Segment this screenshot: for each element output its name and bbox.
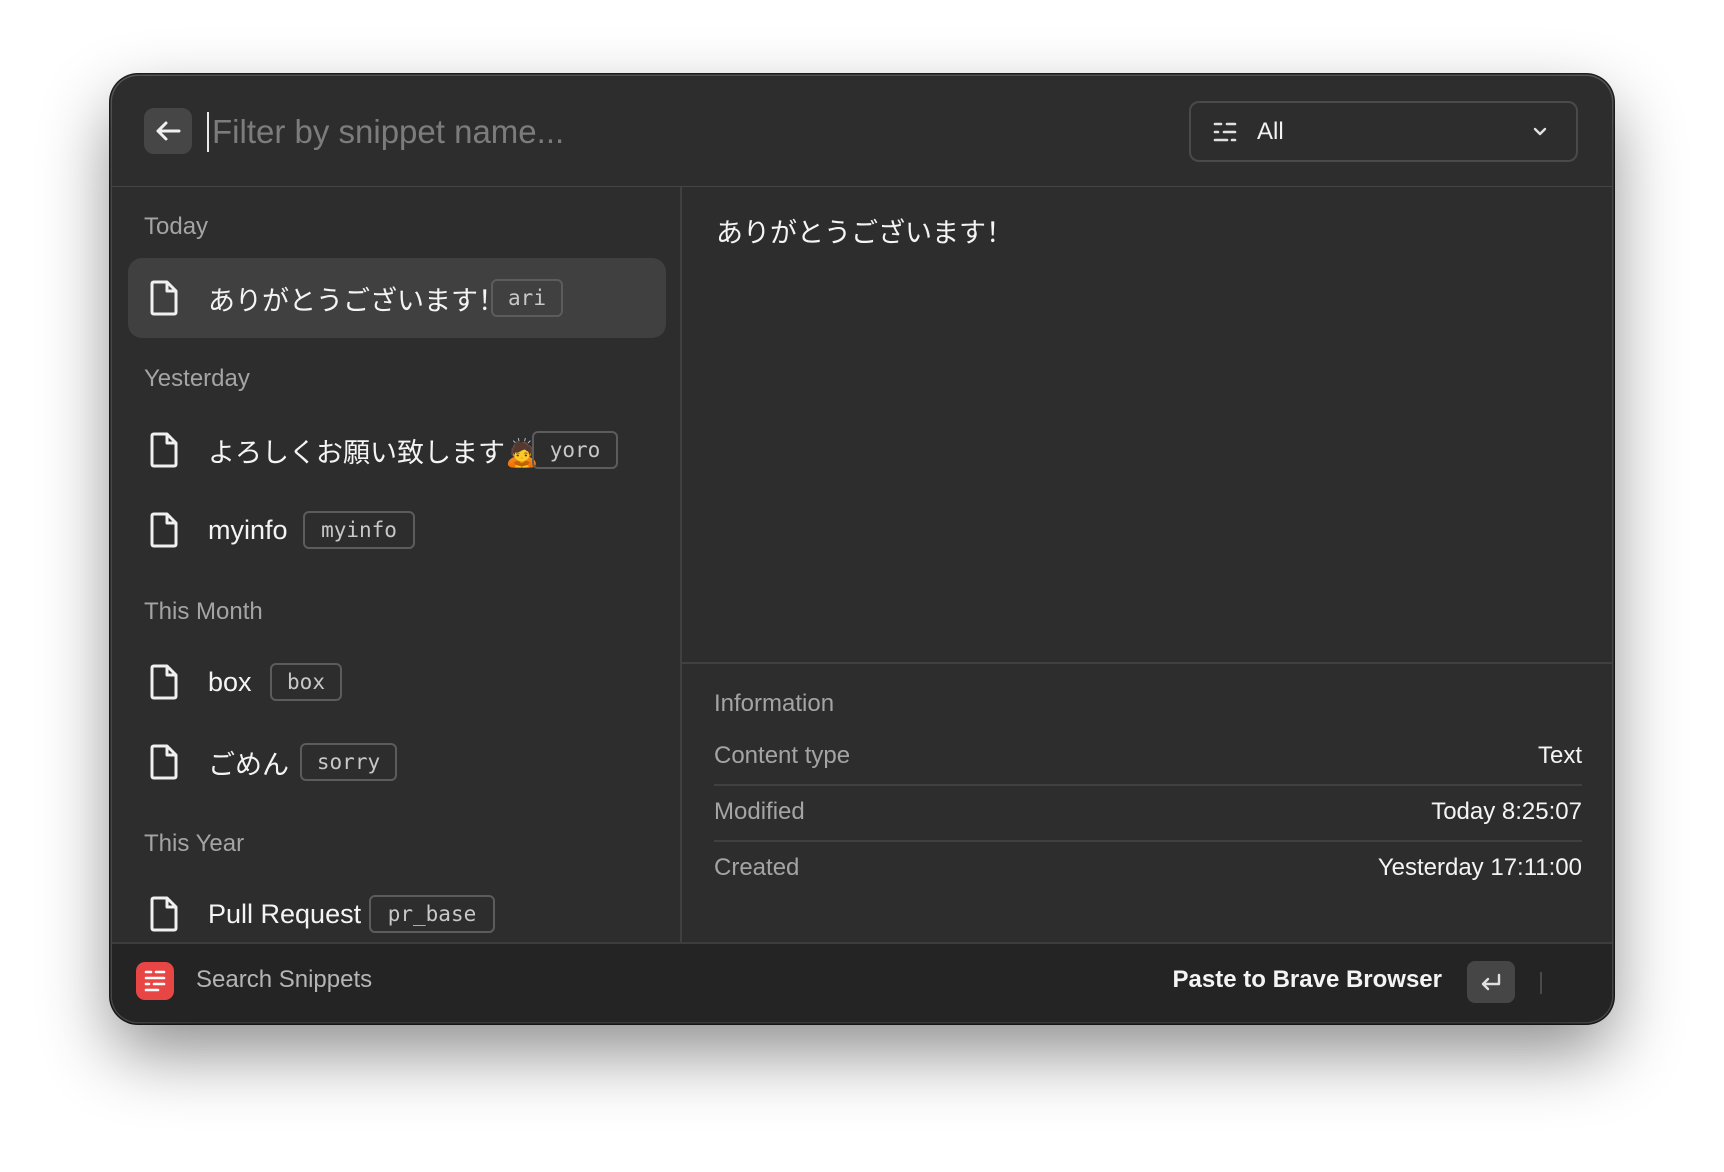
keyword-badge: box	[270, 663, 342, 701]
keyword-badge: sorry	[300, 743, 397, 781]
search-header: All	[112, 76, 1612, 187]
section-title-this-month: This Month	[144, 598, 263, 625]
snippets-app-icon	[136, 962, 174, 1000]
snippets-glyph-icon	[144, 970, 166, 992]
chevron-down-icon	[1533, 127, 1547, 136]
action-divider	[1540, 972, 1542, 994]
section-title-today: Today	[144, 213, 209, 240]
list-item[interactable]: myinfo myinfo	[128, 490, 666, 570]
section-title-yesterday: Yesterday	[144, 365, 250, 392]
search-input[interactable]	[208, 104, 1172, 160]
snippet-name: Pull Request	[208, 898, 362, 929]
info-label: Created	[714, 854, 800, 881]
action-bar: Search Snippets Paste to Brave Browser	[112, 942, 1612, 1022]
document-icon	[150, 432, 178, 468]
keyword-badge: pr_base	[369, 895, 495, 933]
info-value: Text	[1537, 742, 1582, 769]
primary-action-button[interactable]: Paste to Brave Browser	[1173, 966, 1442, 994]
information-title: Information	[714, 690, 835, 717]
enter-key-hint[interactable]	[1467, 961, 1515, 1003]
list-item[interactable]: よろしくお願い致します🙇 yoro	[128, 410, 666, 490]
section-title-this-year: This Year	[144, 830, 245, 857]
info-value: Yesterday 17:11:00	[1377, 854, 1582, 881]
snippet-name: ごめん	[208, 749, 289, 780]
arrow-left-icon	[156, 121, 181, 141]
back-button[interactable]	[144, 108, 192, 154]
info-row-modified: Modified Today 8:25:07	[714, 784, 1582, 842]
keyword-badge: myinfo	[303, 511, 415, 549]
document-icon	[150, 664, 178, 700]
document-icon	[150, 280, 178, 316]
info-row-content-type: Content type Text	[714, 728, 1582, 786]
keyword-badge: yoro	[532, 431, 618, 469]
filter-icon	[1213, 122, 1237, 141]
snippet-list: Today ありがとうございます！ ari Yesterday よろしくお願い致…	[112, 187, 682, 943]
information-panel: Information Content type Text Modified T…	[682, 664, 1612, 942]
list-item[interactable]: ごめん sorry	[128, 722, 666, 802]
command-name: Search Snippets	[196, 966, 373, 993]
filter-dropdown[interactable]: All	[1189, 101, 1578, 162]
snippet-name: よろしくお願い致します🙇	[208, 437, 539, 468]
document-icon	[150, 744, 178, 780]
preview-text: ありがとうございます！	[716, 218, 1013, 248]
info-value: Today 8:25:07	[1431, 798, 1582, 825]
snippet-name: ありがとうございます！	[208, 285, 505, 316]
raycast-window: All Today ありがとうございます！ ari Yesterday よろしく…	[112, 76, 1612, 1022]
info-label: Modified	[714, 798, 805, 825]
info-label: Content type	[714, 742, 851, 769]
list-item[interactable]: ありがとうございます！ ari	[128, 258, 666, 338]
snippet-name: box	[208, 666, 252, 697]
document-icon	[150, 896, 178, 932]
keyword-badge: ari	[491, 279, 563, 317]
info-row-created: Created Yesterday 17:11:00	[714, 840, 1582, 896]
snippet-name: myinfo	[208, 514, 288, 545]
snippet-preview: ありがとうございます！	[682, 187, 1612, 664]
filter-selected-label: All	[1257, 117, 1284, 145]
return-icon	[1481, 973, 1501, 991]
list-item[interactable]: box box	[128, 642, 666, 722]
document-icon	[150, 512, 178, 548]
